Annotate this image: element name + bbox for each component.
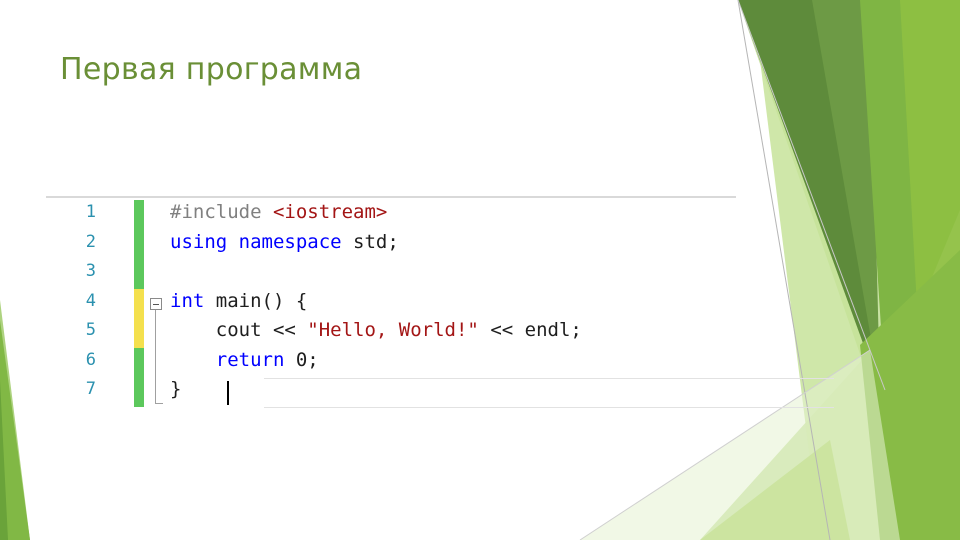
code-token: 0; [284, 348, 319, 371]
change-marker [134, 229, 144, 259]
collapse-toggle-icon[interactable] [150, 298, 162, 310]
slide: Первая программа 1 2 3 4 5 6 7 #include <iostr… [0, 0, 960, 540]
change-marker [134, 259, 144, 289]
code-line[interactable]: return 0; [170, 349, 319, 371]
fold-guide-line [155, 310, 156, 404]
code-token: namespace [238, 230, 342, 253]
code-token: return [215, 348, 285, 371]
change-marker [134, 200, 144, 230]
code-line[interactable]: } [170, 378, 181, 400]
line-number-gutter: 1 2 3 4 5 6 7 [46, 198, 136, 412]
line-number: 5 [85, 320, 96, 340]
code-token: int [170, 289, 205, 312]
slide-title: Первая программа [60, 52, 363, 87]
code-token: cout << [170, 319, 308, 341]
change-marker [134, 318, 144, 348]
line-number: 4 [85, 290, 96, 311]
code-editor[interactable]: 1 2 3 4 5 6 7 #include <iostream> using namespa… [46, 196, 834, 412]
code-area[interactable]: #include <iostream> using namespace std; i… [144, 198, 834, 412]
code-token: "Hello, World!" [307, 319, 479, 341]
change-marker [134, 347, 144, 377]
line-number: 3 [85, 261, 96, 281]
code-token: main() { [204, 289, 308, 312]
code-line[interactable]: #include <iostream> [170, 201, 387, 223]
code-line[interactable]: int main() { [170, 290, 307, 312]
code-token: } [170, 378, 182, 400]
code-token: #include [170, 201, 273, 223]
line-number: 2 [85, 231, 96, 252]
line-number: 6 [85, 349, 96, 370]
line-number: 1 [85, 202, 96, 222]
text-caret [227, 381, 229, 405]
code-token: std; [341, 230, 399, 253]
code-token: using [170, 230, 228, 253]
code-line[interactable]: using namespace std; [170, 231, 399, 253]
current-line-highlight [264, 378, 834, 408]
code-token: <iostream> [272, 201, 388, 223]
change-marker [134, 288, 144, 318]
line-number: 7 [85, 379, 96, 399]
code-line[interactable]: cout << "Hello, World!" << endl; [170, 319, 582, 341]
fold-guide-end [155, 403, 163, 404]
code-token: << endl; [478, 319, 582, 341]
change-marker [134, 377, 144, 407]
